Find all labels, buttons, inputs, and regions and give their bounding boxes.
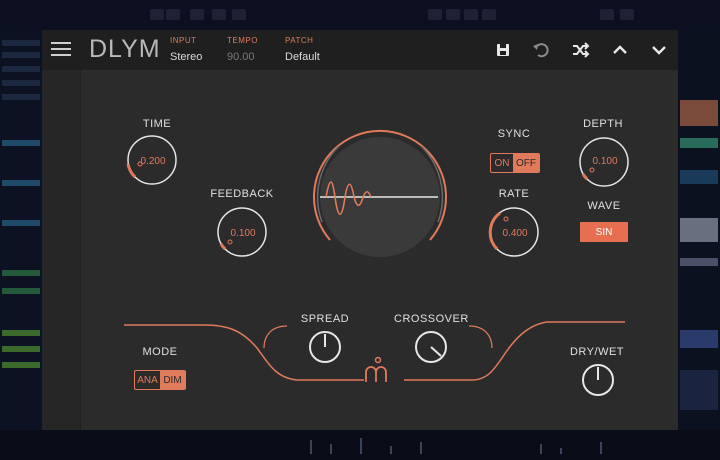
feedback-label: FEEDBACK	[210, 188, 274, 200]
host-clip[interactable]	[680, 370, 718, 410]
host-mixer-strip	[0, 430, 720, 460]
host-clip[interactable]	[680, 330, 718, 348]
host-clip[interactable]	[680, 100, 718, 126]
host-meter	[560, 448, 562, 454]
host-track[interactable]	[2, 180, 40, 186]
host-toolbar-button[interactable]	[600, 9, 614, 20]
host-clip[interactable]	[680, 138, 718, 148]
host-toolbar-button[interactable]	[620, 9, 634, 20]
host-transport-button[interactable]	[464, 9, 478, 20]
host-transport-button[interactable]	[446, 9, 460, 20]
drywet-label: DRY/WET	[569, 346, 625, 358]
host-meter	[330, 444, 332, 454]
host-clip[interactable]	[680, 170, 718, 184]
host-track[interactable]	[2, 140, 40, 146]
crossover-label: CROSSOVER	[394, 313, 469, 325]
spread-label: SPREAD	[300, 313, 350, 325]
rate-value: 0.400	[502, 228, 528, 239]
depth-label: DEPTH	[583, 118, 623, 130]
host-meter	[420, 442, 422, 454]
depth-value: 0.100	[592, 156, 618, 167]
host-meter	[310, 440, 312, 454]
host-track[interactable]	[2, 80, 40, 86]
host-track[interactable]	[2, 220, 40, 226]
spread-knob[interactable]	[308, 330, 342, 364]
mode-dim-option[interactable]: DIM	[160, 371, 185, 389]
host-transport-button[interactable]	[482, 9, 496, 20]
host-arrange-panel	[678, 30, 720, 430]
host-meter	[540, 444, 542, 454]
host-meter	[600, 442, 602, 454]
mode-toggle[interactable]: ANA DIM	[134, 370, 186, 390]
wave-label: WAVE	[587, 200, 621, 212]
host-toolbar-button[interactable]	[212, 9, 226, 20]
feedback-value: 0.100	[230, 228, 256, 239]
host-track[interactable]	[2, 346, 40, 352]
drywet-knob[interactable]	[581, 363, 615, 397]
host-toolbar-button[interactable]	[166, 9, 180, 20]
sync-toggle[interactable]: ON OFF	[490, 153, 540, 173]
host-track[interactable]	[2, 288, 40, 294]
mode-ana-option[interactable]: ANA	[135, 371, 160, 389]
host-track-panel	[0, 30, 42, 430]
delay-display	[313, 130, 447, 257]
host-clip[interactable]	[680, 218, 718, 242]
host-track[interactable]	[2, 52, 40, 58]
host-toolbar	[0, 0, 720, 30]
mode-label: MODE	[142, 346, 178, 358]
host-transport-button[interactable]	[428, 9, 442, 20]
host-track[interactable]	[2, 362, 40, 368]
host-clip[interactable]	[680, 258, 718, 266]
time-label: TIME	[142, 118, 172, 130]
crossover-knob[interactable]	[414, 330, 448, 364]
time-value: 0.200	[140, 156, 166, 167]
host-track[interactable]	[2, 94, 40, 100]
host-track[interactable]	[2, 270, 40, 276]
dlym-plugin-window: DLYM INPUT Stereo TEMPO 90.00 PATCH Defa…	[42, 30, 678, 430]
host-toolbar-button[interactable]	[190, 9, 204, 20]
host-meter	[390, 446, 392, 454]
host-track[interactable]	[2, 330, 40, 336]
sync-label: SYNC	[497, 128, 531, 140]
host-toolbar-button[interactable]	[232, 9, 246, 20]
host-toolbar-button[interactable]	[150, 9, 164, 20]
host-track[interactable]	[2, 66, 40, 72]
logo-icon	[365, 356, 387, 382]
host-meter	[360, 438, 362, 454]
host-track[interactable]	[2, 40, 40, 46]
sync-on-option[interactable]: ON	[491, 154, 513, 172]
sync-off-option[interactable]: OFF	[513, 154, 539, 172]
wave-selector[interactable]: SIN	[580, 222, 628, 242]
rate-label: RATE	[498, 188, 530, 200]
